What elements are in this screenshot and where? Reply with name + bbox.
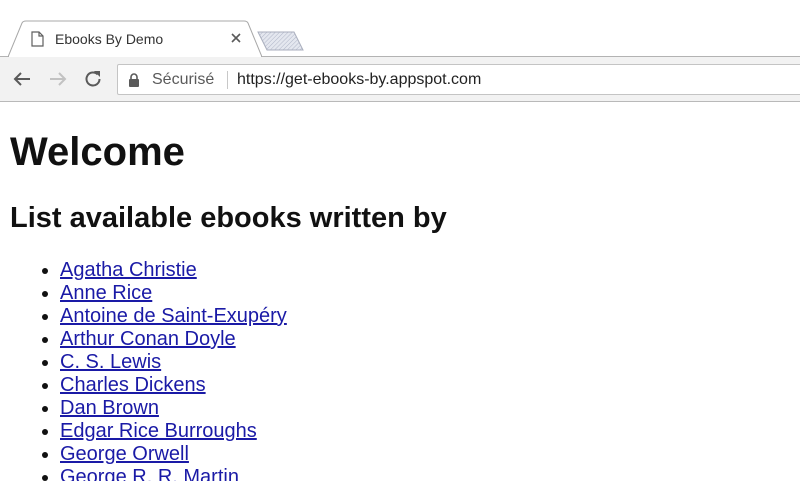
author-link-cs-lewis[interactable]: C. S. Lewis	[60, 351, 161, 373]
author-link-arthur-conan-doyle[interactable]: Arthur Conan Doyle	[60, 328, 236, 350]
back-arrow-icon[interactable]	[10, 67, 34, 91]
close-icon[interactable]	[229, 31, 243, 45]
author-link-george-rr-martin[interactable]: George R. R. Martin	[60, 466, 239, 481]
reload-icon[interactable]	[81, 67, 105, 91]
address-bar[interactable]: Sécurisé https://get-ebooks-by.appspot.c…	[117, 64, 800, 95]
security-label[interactable]: Sécurisé	[152, 71, 214, 89]
author-link-george-orwell[interactable]: George Orwell	[60, 443, 189, 465]
active-tab[interactable]: Ebooks By Demo	[8, 20, 262, 57]
list-item: Dan Brown	[60, 397, 287, 420]
list-item: Charles Dickens	[60, 374, 287, 397]
url-text[interactable]: https://get-ebooks-by.appspot.com	[237, 71, 481, 89]
document-icon	[31, 31, 44, 47]
author-link-antoine-de-saint-exupery[interactable]: Antoine de Saint-Exupéry	[60, 305, 287, 327]
author-link-agatha-christie[interactable]: Agatha Christie	[60, 259, 197, 281]
tab-title: Ebooks By Demo	[55, 31, 164, 47]
author-list: Agatha Christie Anne Rice Antoine de Sai…	[0, 259, 287, 481]
address-divider	[227, 71, 228, 89]
list-item: C. S. Lewis	[60, 351, 287, 374]
page-subtitle: List available ebooks written by	[10, 202, 447, 234]
list-item: Antoine de Saint-Exupéry	[60, 305, 287, 328]
page-content: Welcome List available ebooks written by…	[0, 102, 800, 481]
list-item: Edgar Rice Burroughs	[60, 420, 287, 443]
author-link-charles-dickens[interactable]: Charles Dickens	[60, 374, 206, 396]
author-link-anne-rice[interactable]: Anne Rice	[60, 282, 152, 304]
author-link-dan-brown[interactable]: Dan Brown	[60, 397, 159, 419]
list-item: Anne Rice	[60, 282, 287, 305]
page-title: Welcome	[10, 130, 185, 174]
forward-arrow-icon[interactable]	[46, 67, 70, 91]
list-item: Agatha Christie	[60, 259, 287, 282]
new-tab-button[interactable]	[256, 30, 306, 52]
lock-icon[interactable]	[128, 73, 140, 87]
list-item: Arthur Conan Doyle	[60, 328, 287, 351]
browser-window: Ebooks By Demo Sécurisé https://get-eboo…	[0, 0, 800, 481]
author-link-edgar-rice-burroughs[interactable]: Edgar Rice Burroughs	[60, 420, 257, 442]
tab-strip: Ebooks By Demo	[0, 0, 800, 57]
list-item: George Orwell	[60, 443, 287, 466]
browser-toolbar: Sécurisé https://get-ebooks-by.appspot.c…	[0, 57, 800, 102]
list-item: George R. R. Martin	[60, 466, 287, 481]
